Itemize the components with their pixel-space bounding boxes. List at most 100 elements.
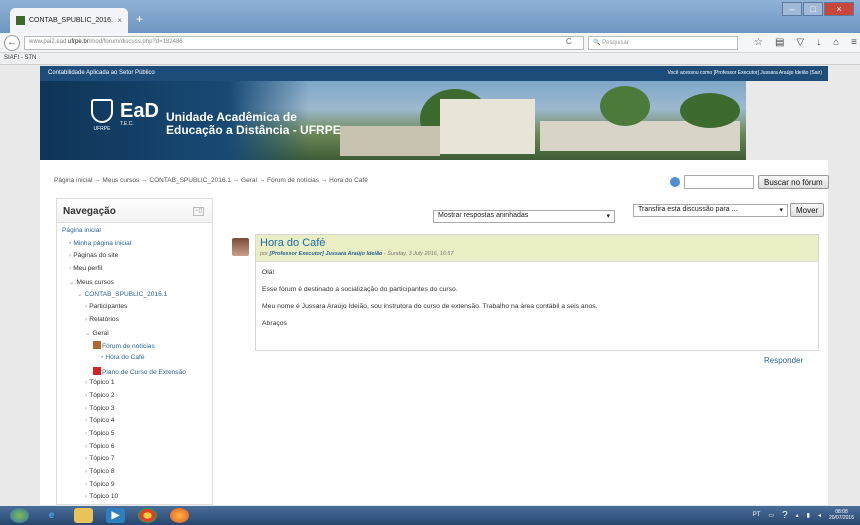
browser-tab[interactable]: CONTAB_SPUBLIC_2016.1: ... ×: [10, 8, 128, 33]
nav-item-label: Tópico 5: [89, 430, 115, 437]
language-indicator[interactable]: PT: [753, 512, 761, 518]
nav-item[interactable]: ⌄ Meus cursos: [57, 278, 212, 291]
media-player-icon[interactable]: ▶: [106, 508, 125, 523]
navigation-tree: Página inicial • Minha página inicial › Pági…: [57, 223, 212, 504]
tray-arrow-icon[interactable]: ▴: [796, 512, 799, 519]
nav-item[interactable]: › Tópico 2: [57, 392, 212, 405]
nav-item[interactable]: › Participantes: [57, 303, 212, 316]
post-header: Hora do Café por [Professor Executor] Ju…: [256, 235, 818, 262]
navigation-block: Navegação −▯ Página inicial • Minha página…: [56, 198, 213, 505]
new-tab-button[interactable]: +: [136, 12, 143, 26]
forum-search: Buscar no fórum: [670, 175, 829, 189]
nav-item[interactable]: › Tópico 10: [57, 493, 212, 504]
nav-expand-icon: ›: [85, 468, 88, 476]
browser-titlebar: CONTAB_SPUBLIC_2016.1: ... × + – □ ×: [0, 0, 860, 33]
nav-expand-icon: ›: [85, 430, 88, 437]
post-paragraph: Esse fórum é destinado a socialização do…: [262, 286, 458, 293]
breadcrumb[interactable]: Página inicial → Meus cursos → CONTAB_SP…: [54, 177, 368, 184]
clock-date: 20/07/2016: [828, 515, 854, 521]
nav-item[interactable]: › Tópico 4: [57, 417, 212, 430]
nav-item[interactable]: › Tópico 6: [57, 443, 212, 456]
nav-expand-icon: ⌄: [77, 291, 83, 299]
nav-item-label: Tópico 3: [89, 404, 115, 412]
nav-expand-icon: ›: [85, 455, 88, 463]
forum-icon: [93, 341, 101, 350]
post-author-link[interactable]: [Professor Executor] Jussara Araújo Idei…: [269, 251, 382, 257]
bookmark-star-icon[interactable]: ☆: [754, 37, 763, 48]
nav-item[interactable]: Fórum de notícias: [57, 341, 212, 354]
maximize-button[interactable]: □: [803, 2, 823, 16]
menu-icon[interactable]: ≡: [851, 37, 857, 48]
author-avatar[interactable]: [232, 238, 249, 256]
minimize-button[interactable]: –: [782, 2, 802, 16]
chrome-icon[interactable]: [138, 508, 157, 523]
nav-item[interactable]: › Tópico 8: [57, 468, 212, 481]
nav-item[interactable]: › Tópico 5: [57, 430, 212, 443]
forum-search-input[interactable]: [684, 175, 754, 189]
reply-link[interactable]: Responder: [764, 356, 803, 365]
nav-item[interactable]: › Tópico 7: [57, 455, 212, 468]
internet-explorer-icon[interactable]: e: [42, 508, 61, 523]
download-icon[interactable]: ↓: [816, 37, 821, 48]
help-tray-icon[interactable]: ?: [782, 510, 788, 521]
nav-item-label: Tópico 8: [89, 468, 115, 476]
volume-icon[interactable]: ◂: [818, 512, 821, 519]
nav-expand-icon: ›: [85, 303, 88, 311]
url-host: ufrpe.br: [68, 39, 89, 45]
nav-item[interactable]: › Tópico 9: [57, 481, 212, 494]
site-banner: UFRPE EaD T.E.C. Unidade Acadêmica de Ed…: [40, 81, 828, 160]
post-title: Hora do Café: [260, 237, 326, 249]
nav-item-label: Relatórios: [89, 315, 119, 323]
move-discussion-select[interactable]: Transfira esta discussão para ...: [633, 204, 788, 217]
dock-block-icon[interactable]: −▯: [193, 207, 204, 216]
firefox-icon[interactable]: [170, 508, 189, 523]
navigation-header: Navegação −▯: [57, 199, 212, 223]
reading-list-icon[interactable]: ▤: [775, 37, 784, 48]
nav-item[interactable]: Página inicial: [57, 227, 212, 240]
banner-title: Unidade Acadêmica de Educação a Distânci…: [166, 111, 341, 137]
nav-item-label: Meu perfil: [73, 265, 103, 273]
nav-item-label: Fórum de notícias: [102, 343, 155, 351]
nav-expand-icon: ›: [85, 493, 88, 501]
close-window-button[interactable]: ×: [824, 2, 854, 16]
nav-item[interactable]: › Tópico 3: [57, 405, 212, 418]
nav-item[interactable]: • Minha página inicial: [57, 240, 212, 253]
tab-close-icon[interactable]: ×: [117, 16, 122, 25]
bookmark-siafi[interactable]: SIAFI - STN: [4, 55, 36, 61]
site-name[interactable]: Contabilidade Aplicada ao Setor Público: [48, 70, 155, 76]
nav-item[interactable]: › Relatórios: [57, 316, 212, 329]
post-date: - Sunday, 3 July 2016, 16:57: [383, 251, 454, 257]
start-button-icon[interactable]: [10, 508, 29, 523]
nav-item-label: Tópico 10: [89, 493, 119, 501]
help-icon[interactable]: [670, 177, 680, 187]
nav-item[interactable]: › Páginas do site: [57, 252, 212, 265]
login-info[interactable]: Você acessou como [Professor Executor] J…: [667, 70, 822, 76]
ufrpe-logo-text: UFRPE: [93, 126, 111, 132]
move-button[interactable]: Mover: [790, 203, 825, 217]
system-clock[interactable]: 08:08 20/07/2016: [829, 509, 854, 521]
nav-item[interactable]: ⌄ CONTAB_SPUBLIC_2016.1: [57, 290, 212, 303]
display-mode-select[interactable]: Mostrar respostas aninhadas: [433, 210, 615, 223]
forum-search-button[interactable]: Buscar no fórum: [758, 175, 829, 189]
nav-item[interactable]: › Tópico 1: [57, 379, 212, 392]
post-paragraph: Abraços: [262, 320, 287, 327]
reload-icon[interactable]: C: [566, 37, 572, 46]
nav-expand-icon: ›: [85, 315, 88, 323]
network-icon[interactable]: ▮: [807, 512, 810, 519]
keyboard-icon[interactable]: ▭: [768, 512, 774, 519]
address-bar[interactable]: www.pai2.ead.ufrpe.br/mod/forum/discuss.…: [24, 36, 584, 50]
file-explorer-icon[interactable]: [74, 508, 93, 523]
nav-expand-icon: ›: [85, 417, 88, 425]
browser-search-input[interactable]: 🔍 Pesquisar: [588, 36, 738, 50]
home-icon[interactable]: ⌂: [833, 37, 839, 48]
back-button[interactable]: ←: [4, 35, 20, 51]
nav-item[interactable]: Plano de Curso de Extensão: [57, 366, 212, 380]
nav-item[interactable]: • Hora do Café: [57, 354, 212, 367]
nav-item[interactable]: ⌄ Geral: [57, 329, 212, 342]
ead-logo-text: EaD: [120, 100, 159, 122]
nav-item-label: Meus cursos: [76, 278, 114, 286]
pocket-icon[interactable]: ▽: [796, 37, 804, 48]
nav-item[interactable]: › Meu perfil: [57, 265, 212, 278]
taskbar-apps: e ▶: [10, 508, 189, 523]
nav-expand-icon: ›: [69, 265, 72, 273]
